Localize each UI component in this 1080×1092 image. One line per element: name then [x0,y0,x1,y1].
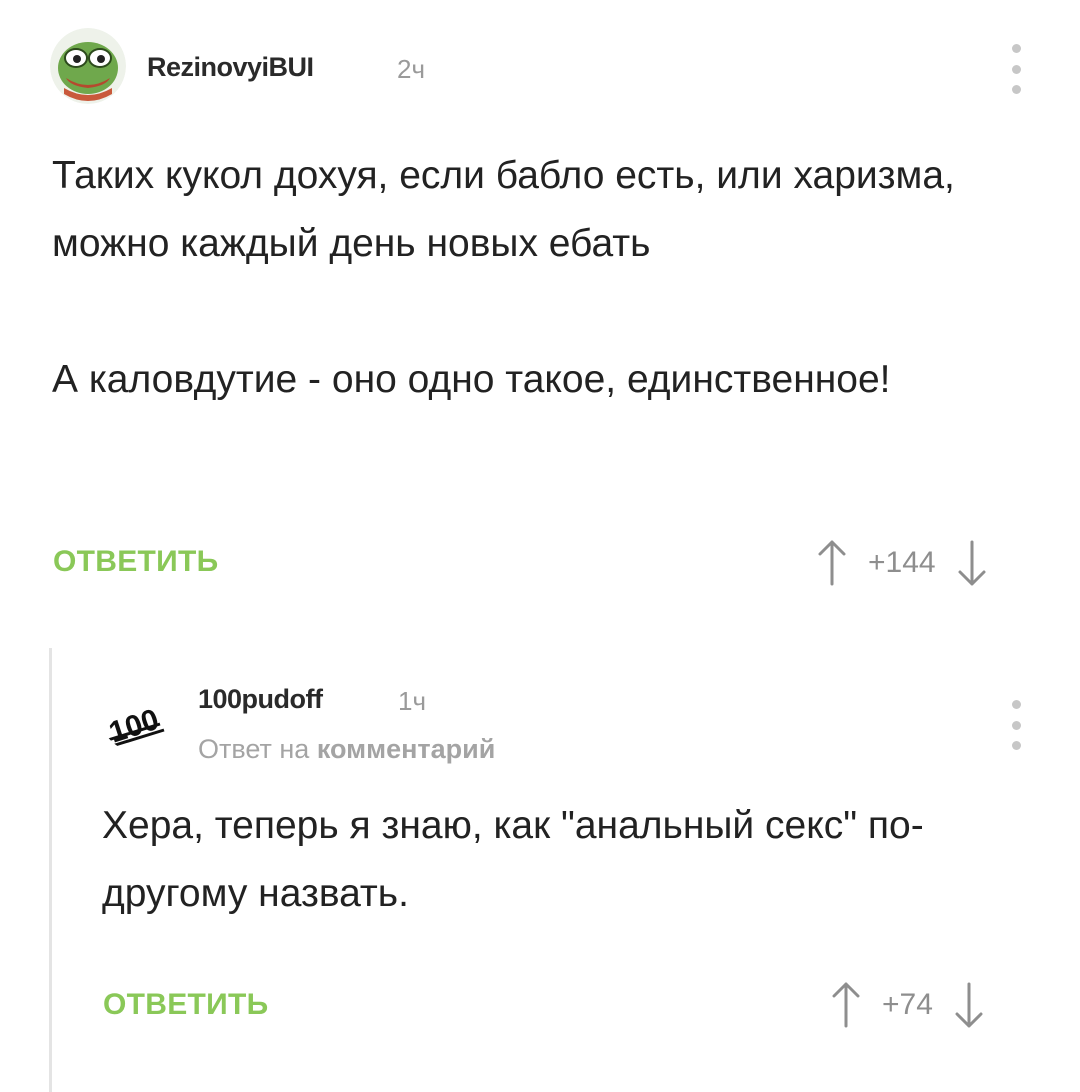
reply-to-link[interactable]: комментарий [317,734,496,764]
more-options-icon[interactable] [1006,700,1026,750]
vote-controls: +144 [812,538,992,588]
downvote-arrow-icon[interactable] [952,538,992,588]
username[interactable]: RezinovyiBUI [147,52,314,83]
reply-to-prefix: Ответ на [198,734,310,764]
score: +74 [882,988,933,1021]
comment-text: Таких кукол дохуя, если бабло есть, или … [52,142,1042,414]
username[interactable]: 100pudoff [198,684,323,715]
downvote-arrow-icon[interactable] [949,980,989,1030]
reply-to-info: Ответ на комментарий [198,734,495,765]
reply-button[interactable]: ОТВЕТИТЬ [53,545,219,579]
hundred-emoji-avatar-icon: 100 [100,676,176,752]
timestamp: 1ч [398,686,427,716]
more-options-icon[interactable] [1006,44,1026,94]
pepe-frog-avatar-icon [50,28,126,104]
score: +144 [868,546,936,579]
upvote-arrow-icon[interactable] [812,538,852,588]
reply-comment: 100 100pudoff 1ч Ответ на комментарий Хе… [0,620,1080,1092]
user-avatar[interactable] [50,28,126,104]
user-avatar[interactable]: 100 [100,676,176,752]
timestamp: 2ч [397,54,426,84]
reply-button[interactable]: ОТВЕТИТЬ [103,988,269,1022]
upvote-arrow-icon[interactable] [826,980,866,1030]
comment-text: Хера, теперь я знаю, как "анальный секс"… [102,792,1042,928]
vote-controls: +74 [826,980,989,1030]
comment-paragraph: Хера, теперь я знаю, как "анальный секс"… [102,804,924,915]
comment-paragraph: Таких кукол дохуя, если бабло есть, или … [52,154,955,265]
comment-paragraph: А каловдутие - оно одно такое, единствен… [52,358,891,401]
comment: RezinovyiBUI 2ч Таких кукол дохуя, если … [0,0,1080,620]
